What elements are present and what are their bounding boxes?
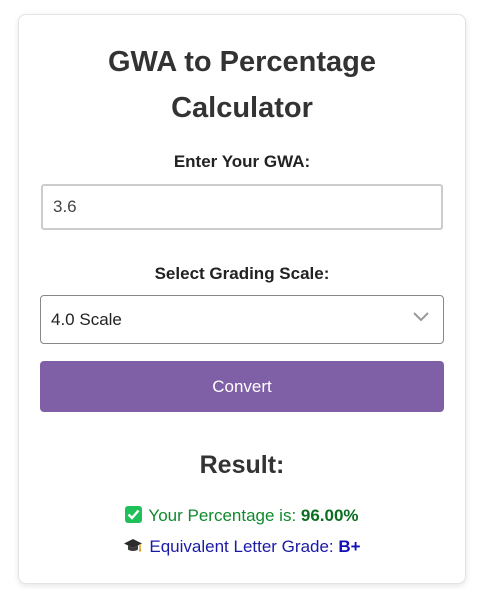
result-heading: Result: bbox=[199, 451, 285, 479]
title-line-2: Calculator bbox=[171, 92, 313, 124]
percentage-prefix: Your Percentage is: bbox=[148, 506, 301, 525]
gwa-label: Enter Your GWA: bbox=[173, 152, 311, 171]
grading-scale-selected-value: 4.0 Scale bbox=[51, 310, 122, 329]
graduation-cap-icon bbox=[124, 539, 143, 552]
page-title: GWA to Percentage Calculator bbox=[19, 39, 465, 131]
convert-button[interactable]: Convert bbox=[40, 361, 444, 412]
letter-grade-prefix: Equivalent Letter Grade: bbox=[149, 537, 339, 556]
letter-grade-result: Equivalent Letter Grade: B+ bbox=[19, 537, 465, 557]
calculator-card: GWA to Percentage Calculator Enter Your … bbox=[18, 14, 466, 584]
gwa-input[interactable] bbox=[41, 184, 443, 230]
grading-scale-select[interactable]: 4.0 Scale bbox=[40, 295, 444, 344]
grading-scale-label: Select Grading Scale: bbox=[154, 264, 330, 283]
chevron-down-icon bbox=[413, 312, 429, 322]
title-line-1: GWA to Percentage bbox=[107, 46, 377, 78]
percentage-result: Your Percentage is: 96.00% bbox=[19, 506, 465, 526]
percentage-value: 96.00% bbox=[300, 506, 359, 525]
check-mark-icon bbox=[125, 506, 143, 523]
letter-grade-value: B+ bbox=[338, 537, 361, 556]
